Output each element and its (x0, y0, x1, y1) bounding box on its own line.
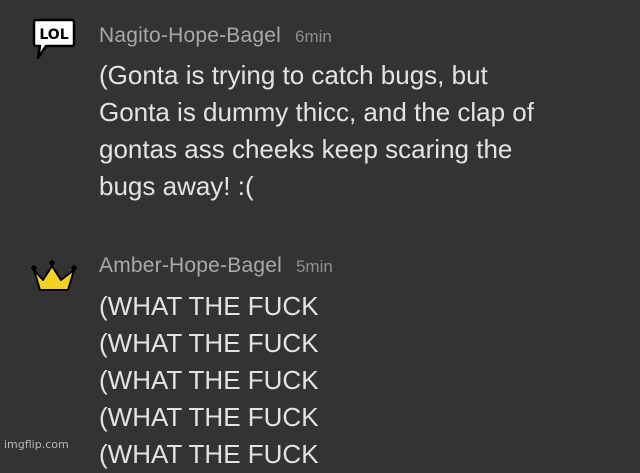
comment-line: (WHAT THE FUCK (99, 365, 319, 395)
comment-1: LOL Nagito-Hope-Bagel 6min (Gonta is tryi… (0, 0, 640, 230)
timestamp: 5min (295, 257, 333, 276)
comment-line: (WHAT THE FUCK (99, 328, 319, 358)
comment-body: (WHAT THE FUCK (WHAT THE FUCK (WHAT THE … (99, 288, 619, 473)
comment-line: (Gonta is trying to catch bugs, but (99, 60, 488, 90)
comment-line: (WHAT THE FUCK (99, 291, 319, 321)
comment-body: (Gonta is trying to catch bugs, but Gont… (99, 57, 619, 205)
username[interactable]: Nagito-Hope-Bagel (99, 24, 281, 47)
timestamp: 6min (295, 27, 332, 46)
imgflip-watermark: imgflip.com (4, 438, 69, 451)
comment-header: Amber-Hope-Bagel 5min (99, 254, 333, 278)
avatar-lol-text: LOL (39, 27, 68, 43)
lol-speech-bubble-icon[interactable]: LOL (30, 14, 80, 64)
comment-line: bugs away! :( (99, 171, 254, 201)
comment-line: (WHAT THE FUCK (99, 402, 319, 432)
username[interactable]: Amber-Hope-Bagel (99, 254, 282, 277)
comment-header: Nagito-Hope-Bagel 6min (99, 24, 332, 48)
crown-icon[interactable] (30, 254, 80, 304)
comment-line: Gonta is dummy thicc, and the clap of (99, 97, 534, 127)
comment-line: gontas ass cheeks keep scaring the (99, 134, 513, 164)
comment-2: Amber-Hope-Bagel 5min (WHAT THE FUCK (WHA… (0, 240, 640, 469)
comment-line: (WHAT THE FUCK (99, 439, 319, 469)
